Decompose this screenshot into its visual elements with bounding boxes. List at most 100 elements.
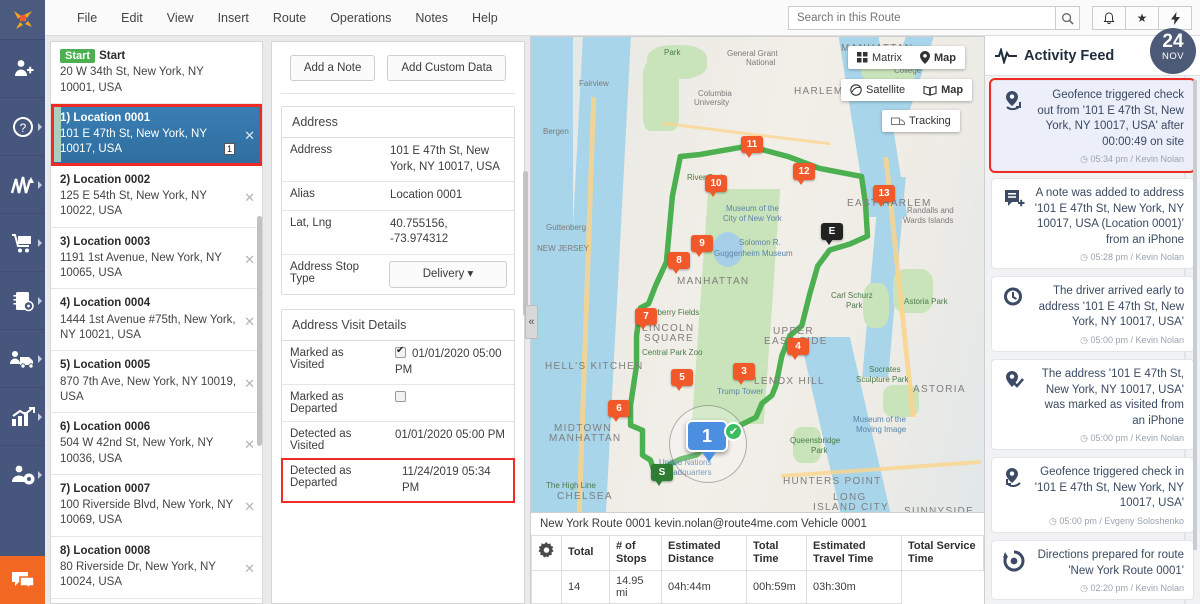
route4me-logo-icon[interactable] [0, 0, 45, 40]
menu-route[interactable]: Route [261, 5, 318, 31]
matrix-map-toggle: Matrix Map [848, 46, 965, 69]
stop-item-3[interactable]: 3) Location 0003 1191 1st Avenue, New Yo… [51, 228, 262, 290]
main-menu: File Edit View Insert Route Operations N… [65, 5, 510, 31]
menu-edit[interactable]: Edit [109, 5, 155, 31]
map-label: Carl Schurz [831, 291, 873, 300]
stop-item-4[interactable]: 4) Location 0004 1444 1st Avenue #75th, … [51, 289, 262, 352]
map-book-button[interactable]: Map [914, 79, 972, 101]
sidebar-item-address-book[interactable] [0, 272, 45, 330]
map-stop-marker[interactable]: 5 [671, 369, 693, 391]
stop-item-6[interactable]: 6) Location 0006 504 W 42nd St, New York… [51, 413, 262, 475]
add-note-button[interactable]: Add a Note [289, 55, 376, 81]
bell-icon[interactable] [1092, 6, 1126, 30]
remove-stop-icon[interactable]: ✕ [244, 436, 255, 453]
add-custom-data-button[interactable]: Add Custom Data [387, 55, 507, 81]
sidebar-item-user-settings[interactable] [0, 446, 45, 504]
stop-item-5[interactable]: 5) Location 0005 870 7th Ave, New York, … [51, 351, 262, 414]
stop-item-7[interactable]: 7) Location 0007 100 Riverside Blvd, New… [51, 475, 262, 537]
stop-address: 1191 1st Avenue, New York, NY 10065, USA [60, 251, 222, 280]
map-stop-marker[interactable]: 8 [668, 252, 690, 274]
lightning-icon[interactable] [1158, 6, 1192, 30]
remove-stop-icon[interactable]: ✕ [244, 375, 255, 392]
address-stop-type-dropdown[interactable]: Delivery ▾ [389, 260, 507, 289]
map-label: Moving Image [856, 425, 907, 434]
selected-stop-marker[interactable]: 1 [686, 420, 728, 462]
map-stop-marker[interactable]: 12 [793, 163, 815, 185]
menu-insert[interactable]: Insert [206, 5, 261, 31]
chevron-right-icon [38, 412, 42, 421]
marked-departed-checkbox[interactable] [395, 391, 406, 403]
map-label: Bergen [543, 127, 569, 136]
matrix-label: Matrix [872, 51, 902, 64]
stop-address-text: 101 E 47th St, New York, NY 10017, USA [60, 128, 207, 156]
remove-stop-icon[interactable]: ✕ [244, 560, 255, 577]
map-stop-marker[interactable]: 4 [787, 338, 809, 360]
menu-help[interactable]: Help [460, 5, 510, 31]
activity-feed-scrollbar[interactable] [1193, 80, 1197, 550]
activity-item-6[interactable]: Directions prepared for route 'New York … [991, 539, 1194, 601]
remove-stop-icon[interactable]: ✕ [244, 189, 255, 206]
map-label: Park [664, 48, 681, 57]
remove-stop-icon[interactable]: ✕ [244, 127, 255, 144]
remove-stop-icon[interactable]: ✕ [244, 251, 255, 268]
note-added-icon [1001, 186, 1027, 263]
sidebar-item-help[interactable]: ? [0, 98, 45, 156]
map-stop-marker[interactable]: 10 [705, 175, 727, 197]
star-icon[interactable]: ★ [1125, 6, 1159, 30]
divider [281, 93, 515, 94]
clock-icon: ◷ [1080, 583, 1088, 594]
sidebar-item-team-vehicles[interactable] [0, 330, 45, 388]
route-planner-app: ? File Edit View Insert Route Operations… [0, 0, 1200, 604]
remove-stop-icon[interactable]: ✕ [244, 313, 255, 330]
stop-item-1[interactable]: 1) Location 0001 101 E 47th St, New York… [51, 103, 262, 166]
map-label: Queensbridge [790, 436, 841, 445]
activity-item-2[interactable]: A note was added to address '101 E 47th … [991, 178, 1194, 270]
sidebar-item-routes[interactable] [0, 156, 45, 214]
tracking-button[interactable]: Tracking [882, 110, 960, 132]
summary-settings-gear[interactable] [531, 534, 562, 572]
map-stop-marker[interactable]: E [821, 223, 843, 245]
map-stop-marker[interactable]: 7 [635, 308, 657, 330]
search-icon[interactable] [1055, 6, 1080, 30]
chat-bubble-icon[interactable] [0, 556, 45, 604]
remove-stop-icon[interactable]: ✕ [244, 498, 255, 515]
activity-item-4[interactable]: The address '101 E 47th St, New York, NY… [991, 359, 1194, 451]
search-input[interactable] [788, 6, 1055, 30]
tracking-label: Tracking [909, 115, 951, 127]
detail-scrollbar[interactable] [523, 171, 528, 316]
activity-item-1[interactable]: Geofence triggered check out from '101 E… [989, 77, 1196, 174]
matrix-button[interactable]: Matrix [848, 46, 911, 69]
satellite-button[interactable]: Satellite [841, 79, 914, 101]
menu-notes[interactable]: Notes [403, 5, 460, 31]
detected-departed-row: Detected as Departed 11/24/2019 05:34 PM [281, 458, 515, 504]
help-circle-icon: ? [12, 116, 33, 137]
map-view-button[interactable]: Map [911, 46, 965, 69]
map-stop-marker[interactable]: S [651, 464, 673, 486]
stop-address: 870 7th Ave, New York, NY 10019, USA [60, 375, 237, 403]
menu-operations[interactable]: Operations [318, 5, 403, 31]
sidebar-item-add-user[interactable] [0, 40, 45, 98]
collapse-panel-handle[interactable]: « [525, 305, 538, 339]
stops-scrollbar[interactable] [257, 216, 262, 446]
stop-item-9[interactable]: 9) Location 0009 250 W 86th St, New York… [51, 599, 262, 603]
map-label: MANHATTAN [549, 433, 622, 444]
menu-view[interactable]: View [155, 5, 206, 31]
stop-start[interactable]: Start Start 20 W 34th St, New York, NY 10… [51, 42, 262, 104]
map-stop-marker[interactable]: 6 [608, 400, 630, 422]
activity-item-5[interactable]: Geofence triggered check in '101 E 47th … [991, 457, 1194, 533]
menu-file[interactable]: File [65, 5, 109, 31]
sidebar-item-orders[interactable] [0, 214, 45, 272]
satellite-icon [850, 84, 862, 96]
map-stop-marker[interactable]: 11 [741, 136, 763, 158]
stop-item-8[interactable]: 8) Location 0008 80 Riverside Dr, New Yo… [51, 537, 262, 599]
stop-item-2[interactable]: 2) Location 0002 125 E 54th St, New York… [51, 166, 262, 228]
stop-title: 4) Location 0004 [60, 297, 151, 310]
top-action-icons: ★ [1092, 6, 1192, 30]
map-stop-marker[interactable]: 9 [691, 235, 713, 257]
sidebar-item-analytics[interactable] [0, 388, 45, 446]
map-stop-marker[interactable]: 3 [733, 363, 755, 385]
marked-visited-checkbox[interactable] [395, 344, 406, 359]
activity-item-3[interactable]: The driver arrived early to address '101… [991, 276, 1194, 353]
summary-header-total: Total [561, 534, 610, 572]
map-stop-marker[interactable]: 13 [873, 185, 895, 207]
